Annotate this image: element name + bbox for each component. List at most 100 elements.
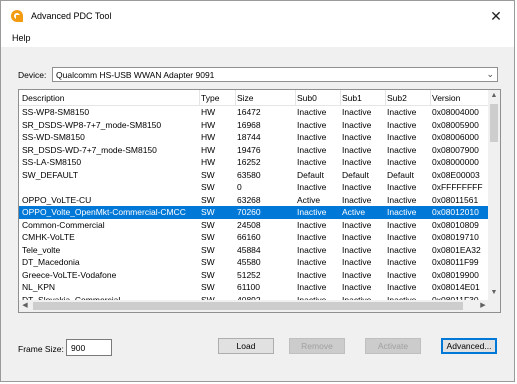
cell-sub1: Inactive: [342, 107, 372, 117]
cell-sub1: Inactive: [342, 144, 372, 155]
table-row[interactable]: SS-WD-SM8150 HW 18744 Inactive Inactive Inact…: [19, 131, 489, 144]
cell-sub0: Inactive: [297, 269, 327, 280]
cell-sub1: Inactive: [342, 194, 372, 205]
cell-sub0: Inactive: [297, 232, 327, 242]
table-row[interactable]: Greece-VoLTE-Vodafone SW 51252 Inactive Inac…: [19, 269, 489, 282]
frame-size-label: Frame Size:: [18, 344, 64, 354]
scrollbar-corner: [488, 300, 500, 312]
vertical-scroll-thumb[interactable]: [490, 104, 498, 142]
cell-sub1: Default: [342, 169, 369, 180]
cell-sub0: Inactive: [297, 207, 327, 217]
column-divider[interactable]: [235, 90, 236, 105]
column-header-description[interactable]: Description: [22, 93, 65, 103]
cell-sub2: Inactive: [387, 144, 417, 155]
scroll-down-icon[interactable]: ▼: [488, 287, 500, 299]
cell-size: 63580: [237, 169, 261, 180]
cell-sub2: Default: [387, 169, 414, 180]
cell-version: 0x0801EA32: [432, 244, 481, 255]
column-divider[interactable]: [385, 90, 386, 105]
cell-version: 0x08014E01: [432, 282, 480, 292]
horizontal-scrollbar[interactable]: ◀ ▶: [19, 300, 489, 312]
column-header-type[interactable]: Type: [201, 93, 219, 103]
horizontal-scroll-thumb[interactable]: [33, 302, 463, 310]
table-row[interactable]: CMHK-VoLTE SW 66160 Inactive Inactive Inactiv…: [19, 231, 489, 244]
table-row[interactable]: Tele_volte SW 45884 Inactive Inactive Inactiv…: [19, 244, 489, 257]
cell-description: SR_DSDS-WD-7+7_mode-SM8150: [22, 144, 157, 155]
cell-size: 18744: [237, 132, 261, 142]
remove-button[interactable]: Remove: [289, 338, 345, 354]
cell-sub2: Inactive: [387, 107, 417, 117]
cell-sub0: Active: [297, 194, 321, 205]
cell-version: 0x08012010: [432, 207, 479, 217]
cell-version: 0x08019710: [432, 232, 479, 242]
cell-type: SW: [201, 169, 215, 180]
device-select[interactable]: Qualcomm HS-USB WWAN Adapter 9091 ⌄: [52, 67, 498, 82]
cell-description: SS-WP8-SM8150: [22, 107, 90, 117]
table-row[interactable]: NL_KPN SW 61100 Inactive Inactive Inactive 0x0…: [19, 281, 489, 294]
table-row[interactable]: SR_DSDS-WD-7+7_mode-SM8150 HW 19476 Inactiv…: [19, 144, 489, 157]
cell-version: 0x08005900: [432, 119, 479, 130]
table-row[interactable]: SW 0 Inactive Inactive Inactive 0xFFFFFFFF: [19, 181, 489, 194]
cell-type: HW: [201, 144, 216, 155]
cell-version: 0x08004000: [432, 107, 479, 117]
column-divider[interactable]: [199, 90, 200, 105]
cell-type: HW: [201, 132, 216, 142]
cell-type: SW: [201, 269, 215, 280]
cell-size: 51252: [237, 269, 261, 280]
cell-sub2: Inactive: [387, 119, 417, 130]
table-row[interactable]: SR_DSDS-WP8-7+7_mode-SM8150 HW 16968 Inacti…: [19, 119, 489, 132]
cell-size: 61100: [237, 282, 261, 292]
table-row[interactable]: SW_DEFAULT SW 63580 Default Default Default 0x…: [19, 169, 489, 182]
column-divider[interactable]: [430, 90, 431, 105]
cell-size: 63268: [237, 194, 261, 205]
cell-sub0: Inactive: [297, 119, 327, 130]
cell-description: Greece-VoLTE-Vodafone: [22, 269, 117, 280]
close-icon[interactable]: ✕: [486, 6, 506, 26]
cell-sub0: Inactive: [297, 244, 327, 255]
advanced-button[interactable]: Advanced...: [441, 338, 497, 354]
column-header-size[interactable]: Size: [237, 93, 254, 103]
app-window: Advanced PDC Tool ✕ Help Device: Qualcom…: [0, 0, 515, 382]
cell-size: 16472: [237, 107, 261, 117]
table-row[interactable]: DT_Macedonia SW 45580 Inactive Inactive Inact…: [19, 256, 489, 269]
table-row[interactable]: Common-Commercial SW 24508 Inactive Inactive…: [19, 219, 489, 232]
column-header-sub2[interactable]: Sub2: [387, 93, 407, 103]
activate-button[interactable]: Activate: [365, 338, 421, 354]
table-row[interactable]: SS-WP8-SM8150 HW 16472 Inactive Inactive Inac…: [19, 106, 489, 119]
table-row[interactable]: OPPO_Volte_OpenMkt-Commercial-CMCC SW 7026…: [19, 206, 489, 219]
cell-sub1: Inactive: [342, 157, 372, 167]
column-header-version[interactable]: Version: [432, 93, 460, 103]
load-button[interactable]: Load: [218, 338, 274, 354]
cell-sub0: Inactive: [297, 144, 327, 155]
scroll-up-icon[interactable]: ▲: [488, 90, 500, 102]
table-row[interactable]: OPPO_VoLTE-CU SW 63268 Active Inactive Inacti…: [19, 194, 489, 207]
cell-sub1: Inactive: [342, 219, 372, 230]
cell-sub2: Inactive: [387, 182, 417, 192]
menu-bar: Help: [1, 31, 514, 47]
cell-description: DT_Macedonia: [22, 257, 80, 267]
cell-sub0: Inactive: [297, 132, 327, 142]
chevron-down-icon[interactable]: ⌄: [486, 69, 494, 80]
app-logo-icon: [11, 10, 23, 22]
cell-sub1: Inactive: [342, 232, 372, 242]
cell-sub2: Inactive: [387, 219, 417, 230]
list-header: Description Type Size Sub0 Sub1 Sub2 Ver…: [19, 90, 489, 106]
cell-sub1: Inactive: [342, 269, 372, 280]
cell-sub1: Inactive: [342, 257, 372, 267]
vertical-scrollbar[interactable]: ▲ ▼: [488, 90, 500, 312]
frame-size-input[interactable]: 900: [66, 339, 112, 356]
cell-sub1: Active: [342, 207, 366, 217]
scroll-left-icon[interactable]: ◀: [19, 300, 31, 312]
cell-sub0: Inactive: [297, 282, 327, 292]
column-divider[interactable]: [340, 90, 341, 105]
column-header-sub1[interactable]: Sub1: [342, 93, 362, 103]
column-header-sub0[interactable]: Sub0: [297, 93, 317, 103]
column-divider[interactable]: [295, 90, 296, 105]
table-row[interactable]: SS-LA-SM8150 HW 16252 Inactive Inactive Inact…: [19, 156, 489, 169]
cell-version: 0xFFFFFFFF: [432, 182, 483, 192]
pdc-list[interactable]: Description Type Size Sub0 Sub1 Sub2 Ver…: [18, 89, 501, 313]
cell-sub1: Inactive: [342, 132, 372, 142]
title-bar: Advanced PDC Tool ✕: [1, 1, 514, 31]
menu-help[interactable]: Help: [12, 33, 31, 43]
cell-sub2: Inactive: [387, 282, 417, 292]
